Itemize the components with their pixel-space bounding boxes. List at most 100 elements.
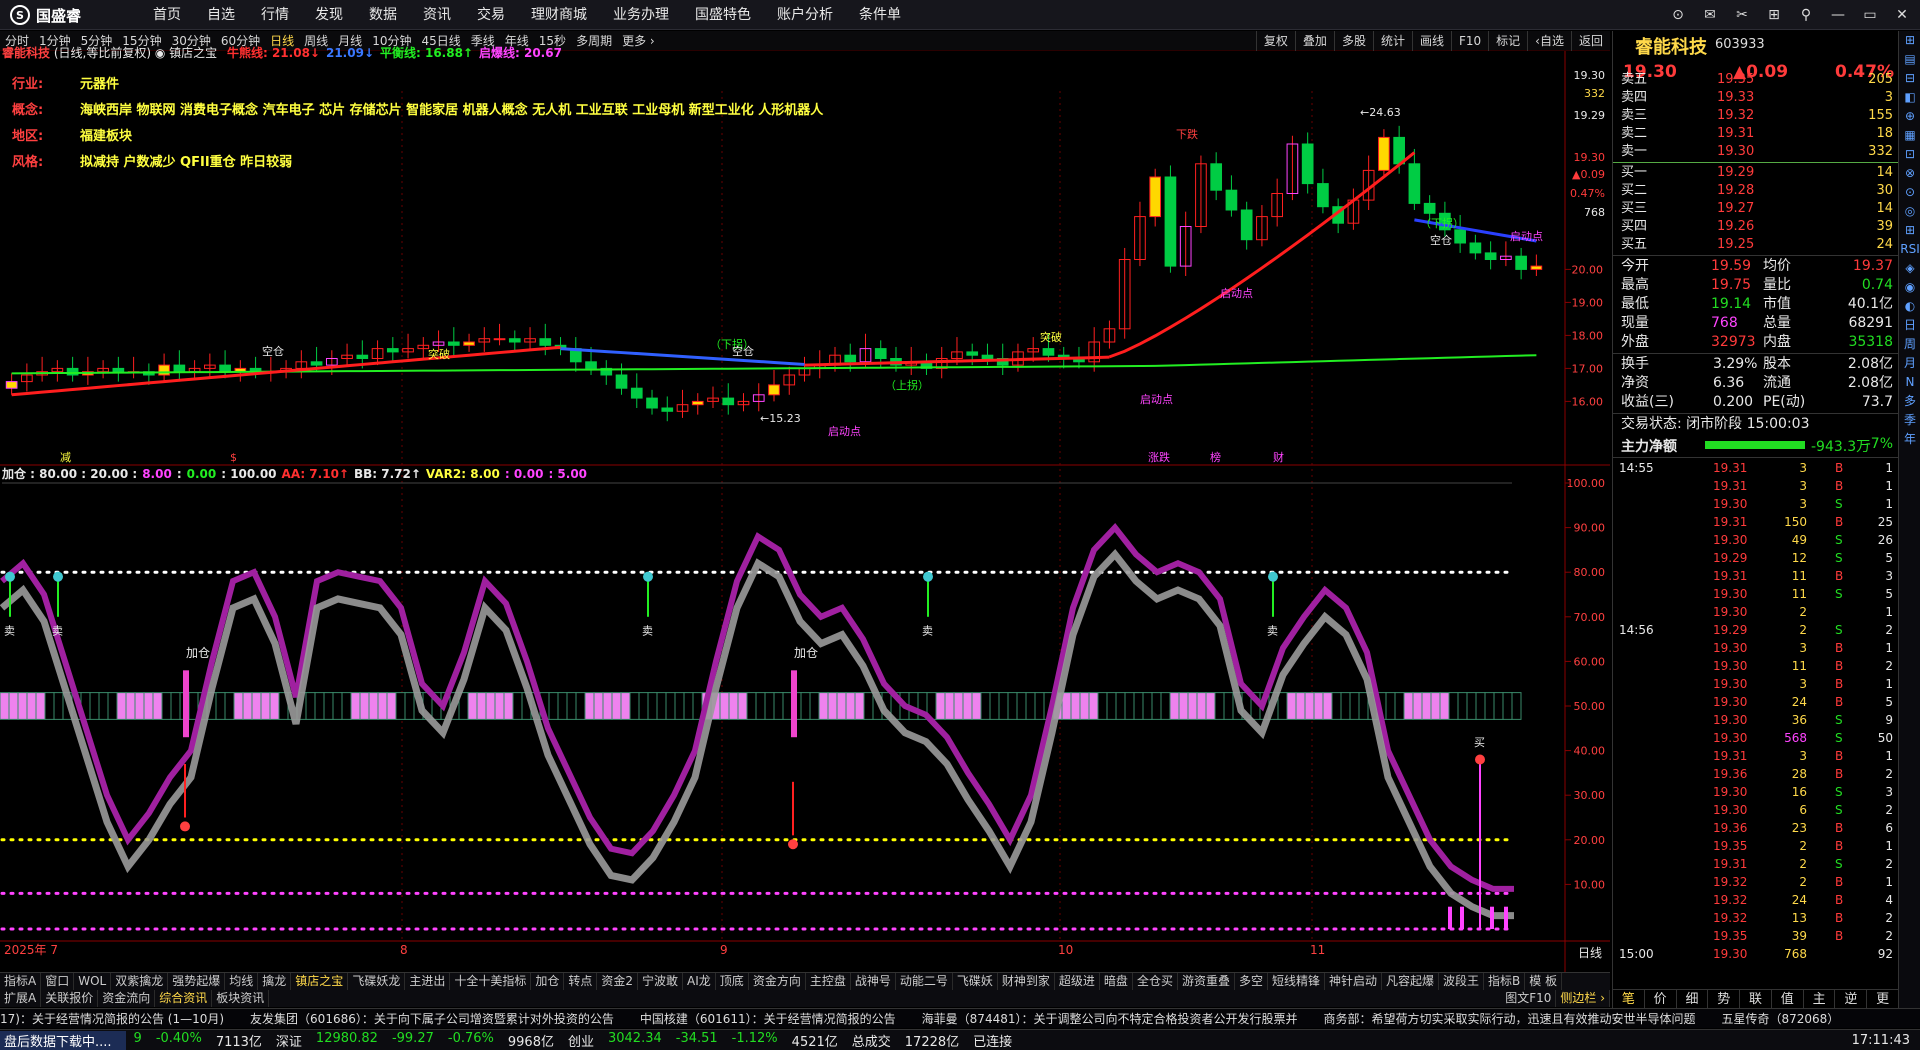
- menu-item-6[interactable]: 交易: [464, 0, 518, 30]
- menu-item-4[interactable]: 数据: [356, 0, 410, 30]
- info-tab-right-0[interactable]: 图文F10: [1501, 990, 1557, 1007]
- indicator-tab-1[interactable]: 窗口: [41, 973, 75, 990]
- indicator-tab-2[interactable]: WOL: [74, 973, 112, 990]
- quote-tab-5[interactable]: 值: [1772, 990, 1804, 1008]
- side-tool-icon-19[interactable]: 多: [1899, 392, 1920, 411]
- side-tool-icon-20[interactable]: 季: [1899, 411, 1920, 430]
- news-item[interactable]: 五星传奇（872068）: [1722, 1009, 1866, 1028]
- window-control-icon-1[interactable]: ✉: [1698, 4, 1722, 26]
- side-tool-icon-13[interactable]: ◉: [1899, 278, 1920, 297]
- menu-item-8[interactable]: 业务办理: [600, 0, 682, 30]
- chart-tool-5[interactable]: F10: [1450, 31, 1488, 51]
- indicator-tab-7[interactable]: 镇店之宝: [291, 973, 349, 990]
- info-tab-right-1[interactable]: 侧边栏 ›: [1556, 990, 1610, 1007]
- side-tool-icon-6[interactable]: ⊡: [1899, 145, 1920, 164]
- menu-item-0[interactable]: 首页: [140, 0, 194, 30]
- menu-item-9[interactable]: 国盛特色: [682, 0, 764, 30]
- menu-item-5[interactable]: 资讯: [410, 0, 464, 30]
- indicator-tab-27[interactable]: 多空: [1235, 973, 1268, 990]
- side-tool-icon-9[interactable]: ◎: [1899, 202, 1920, 221]
- chart-area[interactable]: 19.30 332 19.29 19.30 ▲0.09 0.47% 768 20.00 19.0…: [0, 46, 1610, 979]
- indicator-tab-23[interactable]: 超级进: [1055, 973, 1100, 990]
- indicator-tab-26[interactable]: 游资重叠: [1178, 973, 1235, 990]
- indicator-tab-5[interactable]: 均线: [225, 973, 259, 990]
- indicator-tab-32[interactable]: 指标B: [1484, 973, 1526, 990]
- indicator-tab-17[interactable]: 资金方向: [749, 973, 806, 990]
- indicator-tab-4[interactable]: 强势起爆: [168, 973, 226, 990]
- menu-item-7[interactable]: 理财商城: [518, 0, 600, 30]
- chart-tool-4[interactable]: 画线: [1411, 31, 1451, 51]
- indicator-tab-13[interactable]: 资金2: [597, 973, 639, 990]
- indicator-tab-9[interactable]: 主进出: [405, 973, 451, 990]
- menu-item-10[interactable]: 账户分析: [764, 0, 846, 30]
- news-item[interactable]: 海菲曼（874481）：关于调整公司向不特定合格投资者公开发行股票并: [922, 1009, 1324, 1028]
- side-tool-icon-12[interactable]: ◈: [1899, 259, 1920, 278]
- side-tool-icon-14[interactable]: ◐: [1899, 297, 1920, 316]
- quote-tab-8[interactable]: 更: [1867, 990, 1900, 1008]
- indicator-tab-8[interactable]: 飞碟妖龙: [348, 973, 406, 990]
- indicator-tab-11[interactable]: 加仓: [531, 973, 565, 990]
- indicator-tab-25[interactable]: 全仓买: [1133, 973, 1178, 990]
- indicator-tab-14[interactable]: 宁波敢: [638, 973, 684, 990]
- period-tab-15[interactable]: 更多 ›: [617, 32, 660, 49]
- chart-tool-2[interactable]: 多股: [1333, 31, 1373, 51]
- window-control-icon-0[interactable]: ⊙: [1666, 4, 1690, 26]
- news-item[interactable]: 17)：关于经营情况简报的公告 (1—10月): [0, 1009, 250, 1028]
- menu-item-2[interactable]: 行情: [248, 0, 302, 30]
- quote-tab-3[interactable]: 势: [1708, 990, 1741, 1008]
- news-item[interactable]: 友发集团（601686）：关于向下属子公司增资暨累计对外投资的公告: [250, 1009, 640, 1028]
- info-tab-4[interactable]: 板块资讯: [212, 990, 270, 1007]
- side-tool-icon-15[interactable]: 日: [1899, 316, 1920, 335]
- info-tab-3[interactable]: 综合资讯: [155, 990, 213, 1007]
- info-tab-0[interactable]: 扩展A: [0, 990, 42, 1007]
- indicator-tab-15[interactable]: AI龙: [683, 973, 716, 990]
- side-tool-icon-11[interactable]: RSI: [1899, 240, 1920, 259]
- side-tool-icon-17[interactable]: 月: [1899, 354, 1920, 373]
- indicator-tab-24[interactable]: 暗盘: [1100, 973, 1133, 990]
- indicator-tab-31[interactable]: 波段王: [1439, 973, 1485, 990]
- info-tab-2[interactable]: 资金流向: [98, 990, 156, 1007]
- menu-item-3[interactable]: 发现: [302, 0, 356, 30]
- chart-tool-6[interactable]: 标记: [1488, 31, 1527, 51]
- indicator-tab-21[interactable]: 飞碟妖: [953, 973, 998, 990]
- indicator-tab-3[interactable]: 双紫擒龙: [111, 973, 169, 990]
- side-tool-icon-16[interactable]: 周: [1899, 335, 1920, 354]
- news-item[interactable]: 中国核建（601611）：关于经营情况简报的公告: [640, 1009, 922, 1028]
- window-control-icon-3[interactable]: ⊞: [1762, 4, 1786, 26]
- info-tab-1[interactable]: 关联报价: [41, 990, 99, 1007]
- side-tool-icon-5[interactable]: ▦: [1899, 126, 1920, 145]
- side-tool-icon-18[interactable]: N: [1899, 373, 1920, 392]
- indicator-tab-6[interactable]: 擒龙: [258, 973, 292, 990]
- window-control-icon-4[interactable]: ⚲: [1794, 4, 1818, 26]
- window-control-icon-6[interactable]: ▭: [1858, 4, 1882, 26]
- menu-item-1[interactable]: 自选: [194, 0, 248, 30]
- indicator-tab-0[interactable]: 指标A: [0, 973, 42, 990]
- app-logo[interactable]: S 国盛睿: [10, 4, 81, 26]
- chart-tool-0[interactable]: 复权: [1255, 31, 1295, 51]
- indicator-tab-19[interactable]: 战神号: [851, 973, 896, 990]
- side-tool-icon-3[interactable]: ◧: [1899, 88, 1920, 107]
- indicator-name[interactable]: ◉ 镇店之宝: [155, 46, 217, 60]
- window-control-icon-2[interactable]: ✂: [1730, 4, 1754, 26]
- chart-tool-3[interactable]: 统计: [1372, 31, 1412, 51]
- period-tab-14[interactable]: 多周期: [571, 32, 617, 49]
- indicator-tab-18[interactable]: 主控盘: [806, 973, 851, 990]
- chart-tool-7[interactable]: ‹自选: [1527, 31, 1571, 51]
- side-tool-icon-2[interactable]: ⊟: [1899, 69, 1920, 88]
- indicator-tab-22[interactable]: 财神到家: [998, 973, 1055, 990]
- quote-tab-0[interactable]: 笔: [1613, 990, 1645, 1008]
- indicator-tab-16[interactable]: 顶底: [716, 973, 749, 990]
- indicator-tab-33[interactable]: 模 板: [1525, 973, 1563, 990]
- indicator-tab-12[interactable]: 转点: [564, 973, 598, 990]
- indicator-tab-29[interactable]: 神针启动: [1325, 973, 1383, 990]
- side-tool-icon-21[interactable]: 年: [1899, 430, 1920, 449]
- quote-tab-2[interactable]: 细: [1677, 990, 1709, 1008]
- side-tool-icon-0[interactable]: ⊞: [1899, 31, 1920, 50]
- chart-tool-1[interactable]: 叠加: [1294, 31, 1334, 51]
- indicator-tab-28[interactable]: 短线精锋: [1268, 973, 1325, 990]
- side-tool-icon-4[interactable]: ⊕: [1899, 107, 1920, 126]
- quote-tab-7[interactable]: 逆: [1835, 990, 1868, 1008]
- indicator-tab-20[interactable]: 动能二号: [896, 973, 953, 990]
- menu-item-11[interactable]: 条件单: [846, 0, 914, 30]
- side-tool-icon-8[interactable]: ⊙: [1899, 183, 1920, 202]
